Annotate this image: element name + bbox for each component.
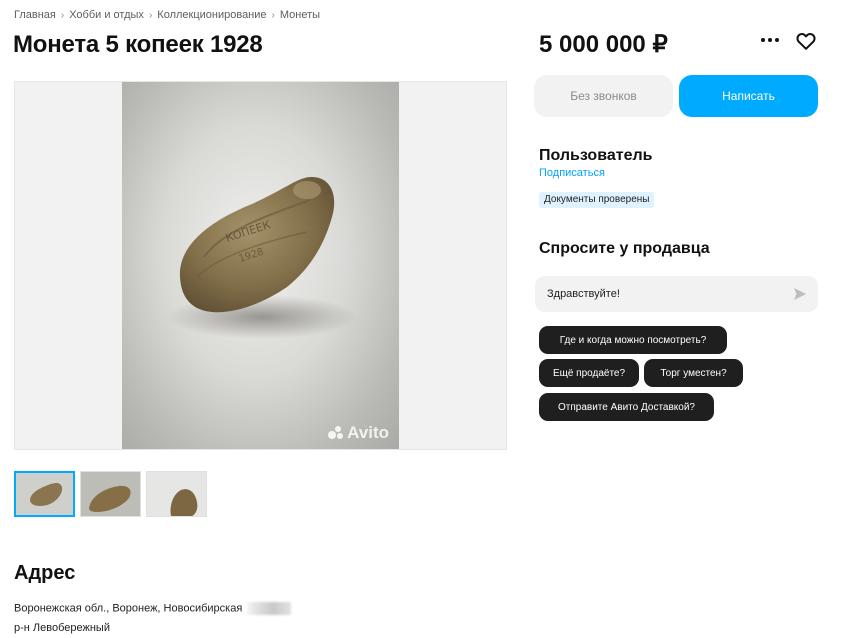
no-calls-button[interactable]: Без звонков [534, 75, 673, 117]
chevron-right-icon: › [60, 9, 65, 21]
chevron-right-icon: › [271, 9, 275, 21]
message-input[interactable] [547, 276, 777, 312]
address-district: р-н Левобережный [14, 622, 110, 634]
more-horizontal-icon[interactable] [760, 30, 780, 50]
quick-question-chip[interactable]: Торг уместен? [644, 359, 743, 387]
breadcrumb-coins[interactable]: Монеты [280, 9, 320, 21]
breadcrumb-hobby[interactable]: Хобби и отдых [69, 9, 144, 21]
coin-image: КОПЕЕК 1928 [167, 176, 357, 339]
documents-verified-badge: Документы проверены [539, 192, 655, 208]
seller-name[interactable]: Пользователь [539, 147, 652, 165]
quick-question-chip[interactable]: Отправите Авито Доставкой? [539, 393, 714, 421]
photo-gallery[interactable]: КОПЕЕК 1928 Avito [14, 81, 507, 450]
ask-seller-heading: Спросите у продавца [539, 240, 710, 257]
write-message-button[interactable]: Написать [679, 75, 818, 117]
thumbnail-strip [14, 471, 207, 517]
breadcrumb-collecting[interactable]: Коллекционирование [157, 9, 266, 21]
coin-thumb-image [147, 472, 206, 516]
avito-watermark: Avito [328, 423, 389, 443]
thumbnail-2[interactable] [80, 471, 141, 517]
breadcrumb: Главная › Хобби и отдых › Коллекциониров… [14, 9, 320, 21]
coin-thumb-image [81, 472, 140, 516]
breadcrumb-home[interactable]: Главная [14, 9, 56, 21]
address-line: Воронежская обл., Воронеж, Новосибирская [14, 602, 292, 615]
chevron-right-icon: › [148, 9, 153, 21]
page-title: Монета 5 копеек 1928 [13, 31, 263, 58]
quick-question-chip[interactable]: Где и когда можно посмотреть? [539, 326, 727, 354]
coin-thumb-image [16, 473, 73, 515]
quick-question-chip[interactable]: Ещё продаёте? [539, 359, 639, 387]
main-photo[interactable]: КОПЕЕК 1928 Avito [122, 82, 399, 449]
send-arrow-icon[interactable] [792, 286, 808, 302]
subscribe-link[interactable]: Подписаться [539, 167, 605, 179]
price: 5 000 000 ₽ [539, 31, 668, 58]
redacted-blur [247, 602, 292, 615]
thumbnail-3[interactable] [146, 471, 207, 517]
address-heading: Адрес [14, 562, 76, 584]
thumbnail-1[interactable] [14, 471, 75, 517]
message-field [535, 276, 818, 312]
heart-outline-icon[interactable] [795, 30, 817, 52]
avito-logo-icon [328, 426, 344, 440]
